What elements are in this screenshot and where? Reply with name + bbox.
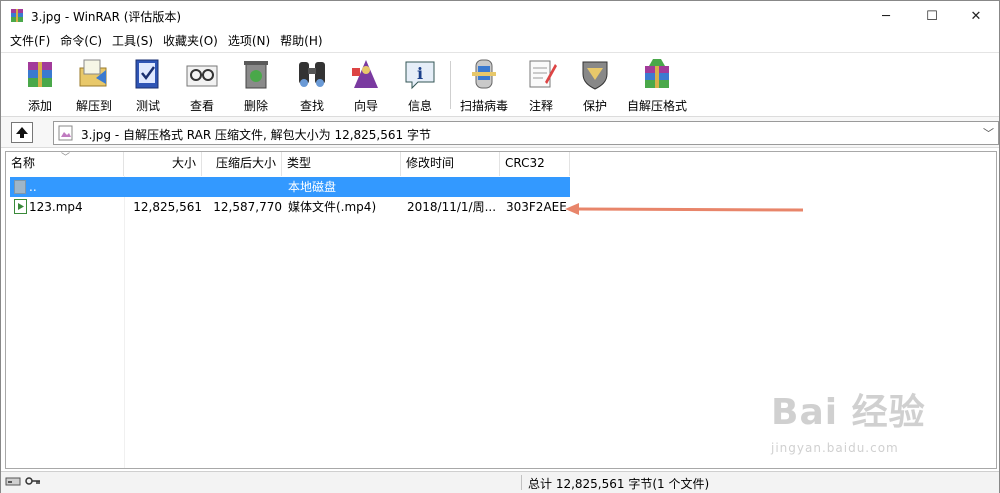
sfx-icon xyxy=(645,59,669,88)
minimize-button[interactable]: ─ xyxy=(863,1,909,31)
row-size: 12,825,561 xyxy=(133,200,202,214)
column-header-packed[interactable]: 压缩后大小 xyxy=(202,152,282,176)
menu-file[interactable]: 文件(F) xyxy=(5,31,55,51)
find-button[interactable]: 查找 xyxy=(284,56,340,114)
column-header-size[interactable]: 大小 xyxy=(124,152,202,176)
add-button[interactable]: 添加 xyxy=(12,56,68,114)
row-packed-size: 12,587,770 xyxy=(213,200,282,214)
winrar-window: 3.jpg - WinRAR (评估版本) ─ ☐ ✕ 文件(F) 命令(C) … xyxy=(0,0,1000,493)
delete-button[interactable]: 删除 xyxy=(228,56,284,114)
up-arrow-icon xyxy=(16,127,28,138)
menu-favorites[interactable]: 收藏夹(O) xyxy=(158,31,223,51)
sfx-button[interactable]: 自解压格式 xyxy=(627,56,687,114)
view-button[interactable]: 查看 xyxy=(174,56,230,114)
maximize-button[interactable]: ☐ xyxy=(909,1,955,31)
info-icon: i xyxy=(405,61,435,90)
menu-bar: 文件(F) 命令(C) 工具(S) 收藏夹(O) 选项(N) 帮助(H) xyxy=(1,31,999,51)
wizard-icon xyxy=(352,60,378,88)
column-header-crc32[interactable]: CRC32 xyxy=(500,152,570,176)
menu-commands[interactable]: 命令(C) xyxy=(55,31,107,51)
menu-help[interactable]: 帮助(H) xyxy=(275,31,327,51)
column-divider xyxy=(124,176,125,468)
extract-to-icon xyxy=(79,59,107,87)
watermark-url: jingyan.baidu.com xyxy=(771,441,899,455)
title-bar: 3.jpg - WinRAR (评估版本) ─ ☐ ✕ xyxy=(1,1,999,31)
status-bar: 总计 12,825,561 字节(1 个文件) xyxy=(1,471,999,493)
row-type: 本地磁盘 xyxy=(288,180,337,194)
protect-icon xyxy=(582,61,608,90)
status-icons xyxy=(5,475,41,487)
key-icon[interactable] xyxy=(25,475,41,487)
row-modified: 2018/11/1/周... xyxy=(407,200,497,214)
sort-arrow-icon: ﹀ xyxy=(61,153,71,163)
menu-options[interactable]: 选项(N) xyxy=(223,31,275,51)
parent-folder-icon xyxy=(14,180,26,194)
archive-file-icon xyxy=(58,125,73,141)
watermark-logo: Bai 经验 xyxy=(771,392,926,433)
drive-icon[interactable] xyxy=(5,475,21,487)
close-button[interactable]: ✕ xyxy=(953,1,999,31)
path-text: 3.jpg - 自解压格式 RAR 压缩文件, 解包大小为 12,825,561… xyxy=(81,128,431,142)
winrar-app-icon xyxy=(11,9,23,22)
annotation-arrow xyxy=(565,203,804,215)
find-icon xyxy=(299,62,325,87)
test-icon xyxy=(135,59,159,89)
row-crc32: 303F2AEE xyxy=(506,200,567,214)
svg-text:i: i xyxy=(417,64,423,83)
test-button[interactable]: 测试 xyxy=(120,56,176,114)
add-archive-icon xyxy=(28,62,52,87)
extract-to-button[interactable]: 解压到 xyxy=(66,56,122,114)
column-header-modified[interactable]: 修改时间 xyxy=(401,152,500,176)
comment-icon xyxy=(529,60,557,88)
row-type: 媒体文件(.mp4) xyxy=(288,200,377,214)
up-folder-button[interactable] xyxy=(11,122,33,143)
column-header-name[interactable]: 名称 ﹀ xyxy=(6,152,124,176)
wizard-button[interactable]: 向导 xyxy=(338,56,394,114)
table-row[interactable]: .. 本地磁盘 xyxy=(10,177,570,197)
chevron-down-icon[interactable]: ﹀ xyxy=(983,125,994,141)
protect-button[interactable]: 保护 xyxy=(567,56,623,114)
status-summary: 总计 12,825,561 字节(1 个文件) xyxy=(528,477,710,491)
row-name: .. xyxy=(29,180,37,194)
column-header-type[interactable]: 类型 xyxy=(282,152,401,176)
comment-button[interactable]: 注释 xyxy=(513,56,569,114)
menu-tools[interactable]: 工具(S) xyxy=(107,31,158,51)
view-icon xyxy=(186,65,218,87)
path-field[interactable]: 3.jpg - 自解压格式 RAR 压缩文件, 解包大小为 12,825,561… xyxy=(53,121,999,145)
address-bar: 3.jpg - 自解压格式 RAR 压缩文件, 解包大小为 12,825,561… xyxy=(1,116,999,148)
virus-scan-button[interactable]: 扫描病毒 xyxy=(456,56,512,114)
window-title: 3.jpg - WinRAR (评估版本) xyxy=(31,10,182,24)
table-row[interactable]: 123.mp4 12,825,561 12,587,770 媒体文件(.mp4)… xyxy=(10,197,570,217)
row-name: 123.mp4 xyxy=(29,200,83,214)
status-separator xyxy=(521,475,522,490)
media-file-icon xyxy=(14,199,27,214)
delete-icon xyxy=(244,61,268,89)
toolbar: 添加 解压到 测试 查看 删除 查找 向导 i 信息 扫描病毒 注释 保护 自解… xyxy=(1,52,999,115)
watermark: Bai 经验 jingyan.baidu.com xyxy=(771,383,926,455)
toolbar-separator xyxy=(450,61,451,109)
info-button[interactable]: i 信息 xyxy=(392,56,448,114)
virus-scan-icon xyxy=(472,59,496,89)
